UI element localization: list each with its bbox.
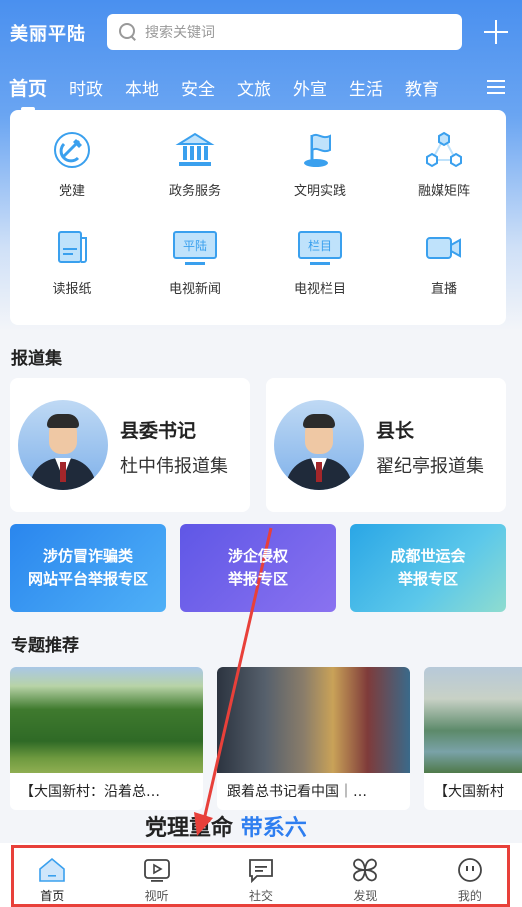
party-emblem-icon <box>54 132 90 168</box>
tv-program-icon: 栏目 <box>298 231 342 265</box>
leader-subtitle: 杜中伟报道集 <box>120 456 228 477</box>
grid-item-government-service[interactable]: 政务服务 <box>145 130 245 220</box>
grid-item-civilization-practice[interactable]: 文明实践 <box>270 130 370 220</box>
grid-item-newspaper[interactable]: 读报纸 <box>22 228 122 318</box>
grid-label: 电视栏目 <box>293 282 346 297</box>
grid-label: 直播 <box>430 282 457 297</box>
avatar <box>274 400 364 490</box>
tv-news-icon: 平陆 <box>173 231 217 265</box>
nav-profile[interactable]: 我的 <box>418 843 522 907</box>
network-nodes-icon <box>426 131 462 168</box>
leader-title: 县委书记 <box>120 420 197 442</box>
topic-card[interactable]: 跟着总书记看中国｜… <box>217 667 410 810</box>
home-icon <box>39 857 66 882</box>
report-section-title: 报道集 <box>11 349 62 369</box>
search-icon <box>119 23 137 41</box>
government-building-icon <box>175 132 215 166</box>
feature-grid: 党建 政务服务 文明实践 融媒矩阵 读报纸 平陆 电视新闻 栏目 电视栏目 直播 <box>10 110 506 325</box>
banner-line: 举报专区 <box>227 570 288 588</box>
grid-item-party[interactable]: 党建 <box>22 130 122 220</box>
tab-home[interactable]: 首页 <box>9 74 47 111</box>
nav-discover[interactable]: 发现 <box>313 843 417 907</box>
nav-social[interactable]: 社交 <box>209 843 313 907</box>
tv-screen-text: 栏目 <box>308 238 332 253</box>
leader-subtitle: 翟纪亭报道集 <box>376 456 484 477</box>
app-logo: 美丽平陆 <box>10 24 86 45</box>
nav-label: 首页 <box>40 889 65 903</box>
newspaper-icon <box>58 231 87 263</box>
topic-text: 【大国新村 <box>434 784 504 800</box>
nav-label: 发现 <box>353 889 378 903</box>
banner-line: 涉仿冒诈骗类 <box>42 547 133 565</box>
nav-home[interactable]: 首页 <box>0 843 104 907</box>
search-bar[interactable]: 搜索关键词 <box>107 14 462 50</box>
grid-label: 电视新闻 <box>168 282 221 297</box>
search-placeholder: 搜索关键词 <box>145 25 215 41</box>
tab-politics[interactable]: 时政 <box>69 75 103 100</box>
tab-life[interactable]: 生活 <box>349 75 383 100</box>
bottom-navigation: 首页 视听 社交 发现 我的 <box>0 843 522 907</box>
chat-icon <box>249 859 273 883</box>
partial-heading-blue: 带系六 <box>240 816 307 841</box>
grid-item-tv-program[interactable]: 栏目 电视栏目 <box>270 228 370 318</box>
topic-text: 【大国新村：沿着总… <box>20 784 160 800</box>
tab-external-publicity[interactable]: 外宣 <box>293 75 327 100</box>
grid-item-live[interactable]: 直播 <box>394 228 494 318</box>
tab-safety[interactable]: 安全 <box>181 75 215 100</box>
header: 美丽平陆 搜索关键词 <box>0 14 522 52</box>
menu-icon[interactable] <box>487 80 505 94</box>
topic-card[interactable]: 【大国新村：沿着总… <box>10 667 203 810</box>
nav-label: 社交 <box>249 889 274 903</box>
discover-icon <box>353 858 378 882</box>
flag-icon <box>304 133 331 167</box>
banner-world-games-report[interactable]: 成都世运会 举报专区 <box>350 524 506 612</box>
grid-label: 政务服务 <box>168 184 221 199</box>
banner-fraud-report[interactable]: 涉仿冒诈骗类 网站平台举报专区 <box>10 524 166 612</box>
grid-item-tv-news[interactable]: 平陆 电视新闻 <box>145 228 245 318</box>
topic-card[interactable]: 【大国新村 <box>424 667 522 810</box>
banner-line: 涉企侵权 <box>227 547 288 565</box>
leader-title: 县长 <box>376 420 415 442</box>
topic-image <box>217 667 410 773</box>
grid-label: 读报纸 <box>52 282 92 297</box>
avatar <box>18 400 108 490</box>
nav-label: 我的 <box>457 889 482 903</box>
nav-audio-video[interactable]: 视听 <box>104 843 208 907</box>
channel-tabs: 首页 时政 本地 安全 文旅 外宣 生活 教育 <box>0 72 522 111</box>
video-camera-icon <box>426 237 461 259</box>
tab-culture-tourism[interactable]: 文旅 <box>237 75 271 100</box>
topic-image <box>424 667 522 773</box>
nav-label: 视听 <box>144 889 169 903</box>
banner-enterprise-infringement[interactable]: 涉企侵权 举报专区 <box>180 524 336 612</box>
profile-icon <box>457 858 482 882</box>
grid-label: 融媒矩阵 <box>417 184 470 199</box>
leader-card-county-head[interactable]: 县长 翟纪亭报道集 <box>266 378 506 512</box>
tab-local[interactable]: 本地 <box>125 75 159 100</box>
grid-label: 文明实践 <box>293 184 346 199</box>
leader-card-secretary[interactable]: 县委书记 杜中伟报道集 <box>10 378 250 512</box>
play-icon <box>143 859 170 882</box>
partial-heading-black: 党理重命 <box>145 816 234 841</box>
banner-line: 网站平台举报专区 <box>27 570 148 588</box>
topics-section-title: 专题推荐 <box>11 636 79 656</box>
grid-item-media-matrix[interactable]: 融媒矩阵 <box>394 130 494 220</box>
tab-education[interactable]: 教育 <box>405 75 439 100</box>
grid-label: 党建 <box>58 184 85 199</box>
tv-screen-text: 平陆 <box>183 238 207 253</box>
topic-text: 跟着总书记看中国｜… <box>227 784 367 800</box>
topic-image <box>10 667 203 773</box>
partial-section-heading: 党理重命 带系六 <box>145 810 307 842</box>
banner-line: 举报专区 <box>397 570 458 588</box>
banner-line: 成都世运会 <box>390 547 466 565</box>
add-icon[interactable] <box>484 20 508 44</box>
